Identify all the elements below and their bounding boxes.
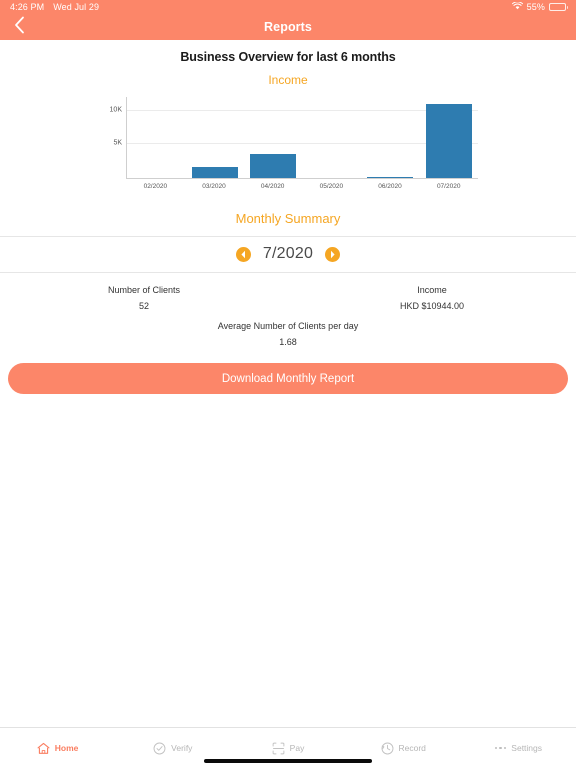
caret-right-icon bbox=[329, 250, 336, 259]
stat-value: 52 bbox=[138, 301, 149, 311]
chart-card: Business Overview for last 6 months Inco… bbox=[0, 40, 576, 199]
status-time: 4:26 PM bbox=[10, 2, 45, 12]
bar-cell bbox=[244, 97, 303, 178]
stat-value: HKD $10944.00 bbox=[399, 301, 465, 311]
bar-cell bbox=[303, 97, 362, 178]
scan-icon bbox=[272, 742, 285, 755]
tab-home[interactable]: Home bbox=[0, 735, 115, 761]
y-axis-tick-5k: 5K bbox=[113, 139, 122, 147]
stat-value: 1.68 bbox=[279, 337, 297, 347]
bar-07-2020 bbox=[425, 104, 472, 178]
ellipsis-icon bbox=[494, 746, 507, 750]
page-title: Reports bbox=[264, 20, 312, 34]
bar-cell bbox=[186, 97, 245, 178]
bar-cell bbox=[127, 97, 186, 178]
bar-03-2020 bbox=[191, 166, 238, 178]
tab-label: Home bbox=[54, 743, 79, 753]
chart-plot-area: 10K 5K bbox=[110, 97, 478, 179]
summary-stats-row: Number of Clients 52 Income HKD $10944.0… bbox=[0, 273, 576, 315]
battery-percent: 55% bbox=[526, 2, 545, 12]
bar-cell bbox=[420, 97, 479, 178]
tab-record[interactable]: Record bbox=[346, 735, 461, 761]
back-button[interactable] bbox=[6, 15, 32, 39]
status-bar: 4:26 PM Wed Jul 29 55% bbox=[0, 0, 576, 14]
month-selector: 7/2020 bbox=[0, 237, 576, 272]
bar-06-2020 bbox=[367, 176, 414, 178]
bar-04-2020 bbox=[250, 154, 297, 178]
clock-history-icon bbox=[381, 742, 394, 755]
battery-icon bbox=[549, 3, 568, 11]
stat-income: Income HKD $10944.00 bbox=[288, 285, 576, 311]
monthly-summary-title: Monthly Summary bbox=[235, 211, 341, 226]
y-axis-tick-10k: 10K bbox=[109, 106, 122, 114]
x-axis-label: 03/2020 bbox=[202, 183, 226, 190]
tab-label: Settings bbox=[511, 743, 543, 753]
x-axis-label: 05/2020 bbox=[319, 183, 344, 190]
download-monthly-report-button[interactable]: Download Monthly Report bbox=[8, 363, 568, 394]
stat-average-clients-per-day: Average Number of Clients per day 1.68 bbox=[0, 315, 576, 357]
stat-label: Income bbox=[417, 285, 447, 295]
x-axis-label: 04/2020 bbox=[260, 183, 285, 190]
chart-subtitle: Income bbox=[268, 73, 308, 87]
selected-month: 7/2020 bbox=[262, 245, 314, 262]
tab-label: Pay bbox=[289, 743, 305, 753]
tab-label: Record bbox=[398, 743, 426, 753]
tab-verify[interactable]: Verify bbox=[115, 735, 230, 761]
x-axis-label: 06/2020 bbox=[378, 183, 402, 190]
next-month-button[interactable] bbox=[325, 246, 341, 262]
status-date: Wed Jul 29 bbox=[53, 2, 100, 12]
chart-bars bbox=[127, 97, 478, 178]
bottom-tab-bar: Home Verify Pay Record Settings bbox=[0, 727, 576, 768]
income-bar-chart: 10K 5K 02/2020 03/2020 04/2020 05/2020 0… bbox=[88, 93, 488, 193]
stat-label: Number of Clients bbox=[107, 285, 181, 295]
tab-settings[interactable]: Settings bbox=[461, 735, 576, 761]
stat-label: Average Number of Clients per day bbox=[217, 321, 359, 331]
main-content: Business Overview for last 6 months Inco… bbox=[0, 40, 576, 394]
chart-title: Business Overview for last 6 months bbox=[180, 50, 396, 64]
chevron-left-icon bbox=[14, 16, 25, 39]
home-icon bbox=[37, 742, 50, 755]
tab-pay[interactable]: Pay bbox=[230, 735, 345, 761]
navigation-bar: Reports bbox=[0, 14, 576, 40]
chart-x-axis: 02/2020 03/2020 04/2020 05/2020 06/2020 … bbox=[126, 180, 478, 193]
status-bar-left: 4:26 PM Wed Jul 29 bbox=[10, 2, 99, 12]
bar-cell bbox=[361, 97, 420, 178]
stat-number-of-clients: Number of Clients 52 bbox=[0, 285, 288, 311]
caret-left-icon bbox=[240, 250, 247, 259]
status-bar-right: 55% bbox=[511, 1, 568, 12]
wifi-icon bbox=[511, 1, 523, 12]
x-axis-label: 07/2020 bbox=[436, 183, 461, 190]
x-axis-label: 02/2020 bbox=[143, 183, 168, 190]
previous-month-button[interactable] bbox=[235, 246, 251, 262]
check-circle-icon bbox=[153, 742, 166, 755]
home-indicator bbox=[204, 759, 372, 763]
tab-label: Verify bbox=[171, 743, 193, 753]
